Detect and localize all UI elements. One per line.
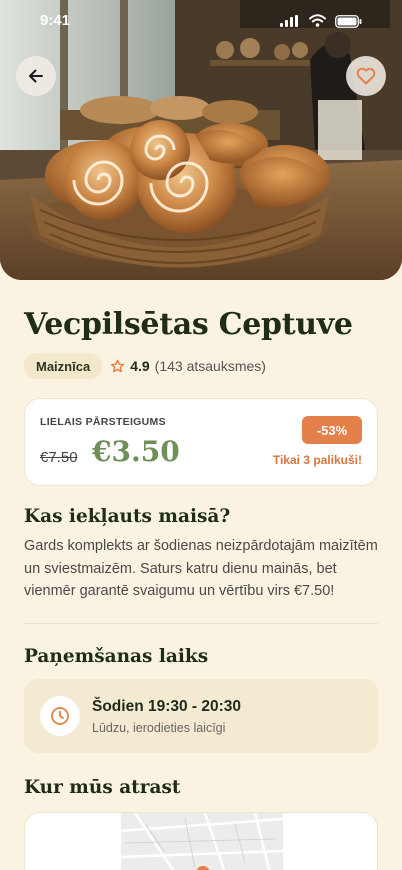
hero-image: 9:41 bbox=[0, 0, 402, 280]
pickup-card: Šodien 19:30 - 20:30 Lūdzu, ierodieties … bbox=[24, 678, 378, 753]
status-bar: 9:41 bbox=[0, 12, 402, 32]
price-card: LIELAIS PĀRSTEIGUMS €7.50 €3.50 -53% Tik… bbox=[24, 398, 378, 486]
remaining-count: Tikai 3 palikuši! bbox=[272, 453, 362, 467]
pickup-time: Šodien 19:30 - 20:30 bbox=[92, 697, 242, 715]
wifi-icon bbox=[309, 14, 326, 27]
new-price: €3.50 bbox=[92, 435, 180, 468]
bakery-photo bbox=[0, 0, 402, 280]
heart-icon bbox=[356, 67, 376, 85]
shop-details: Vecpilsētas Ceptuve Maiznīca 4.9 (143 at… bbox=[24, 300, 378, 870]
rating: 4.9 (143 atsauksmes) bbox=[110, 358, 266, 374]
included-description: Gards komplekts ar šodienas neizpārdotaj… bbox=[24, 538, 378, 599]
favorite-button[interactable] bbox=[346, 56, 386, 96]
shop-title: Vecpilsētas Ceptuve bbox=[24, 307, 353, 342]
pickup-heading: Paņemšanas laiks bbox=[24, 645, 209, 667]
shop-meta: Maiznīca 4.9 (143 atsauksmes) bbox=[24, 352, 378, 380]
cellular-signal-icon bbox=[280, 15, 298, 27]
star-icon bbox=[110, 359, 125, 374]
map-preview bbox=[120, 812, 284, 870]
rating-score: 4.9 bbox=[130, 358, 150, 374]
pickup-note: Lūdzu, ierodieties laicīgi bbox=[92, 720, 226, 735]
arrow-left-icon bbox=[29, 69, 43, 83]
offer-label: LIELAIS PĀRSTEIGUMS bbox=[40, 416, 166, 428]
clock-icon bbox=[40, 695, 80, 736]
old-price: €7.50 bbox=[40, 449, 78, 466]
back-button[interactable] bbox=[16, 56, 56, 96]
battery-icon bbox=[335, 15, 362, 28]
included-heading: Kas iekļauts maisā? bbox=[24, 506, 231, 527]
location-heading: Kur mūs atrast bbox=[24, 776, 181, 798]
divider bbox=[24, 622, 378, 624]
discount-badge: -53% bbox=[302, 416, 362, 444]
category-chip: Maiznīca bbox=[24, 353, 103, 379]
map-card[interactable] bbox=[24, 811, 378, 870]
review-count: (143 atsauksmes) bbox=[154, 358, 266, 374]
status-time: 9:41 bbox=[40, 12, 71, 29]
